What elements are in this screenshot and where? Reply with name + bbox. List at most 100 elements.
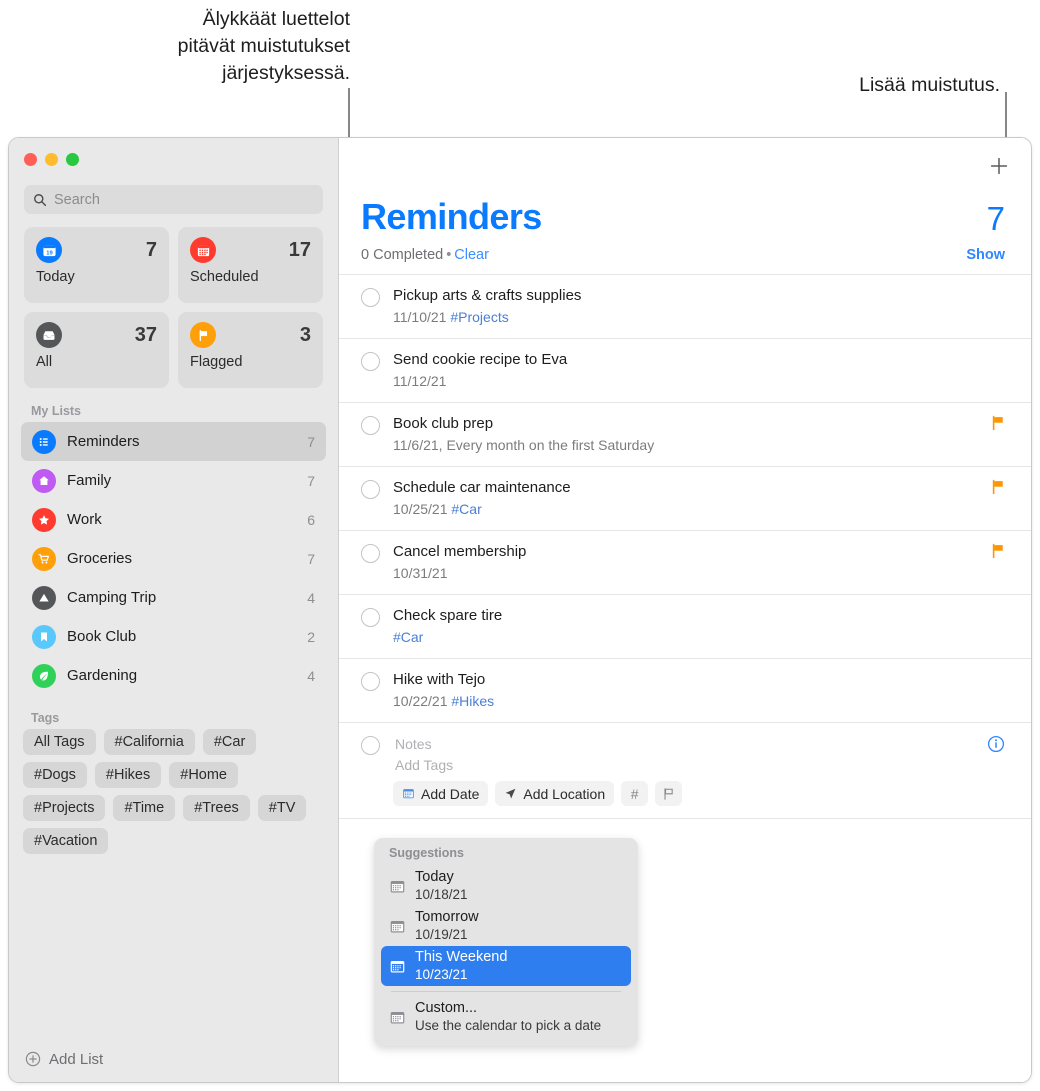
calendar-icon xyxy=(390,1011,405,1023)
add-location-label: Add Location xyxy=(523,785,606,802)
reminder-tag[interactable]: #Car xyxy=(393,629,423,645)
reminder-date: 10/25/21 xyxy=(393,501,448,517)
reminder-checkbox[interactable] xyxy=(361,416,380,435)
suggestions-divider xyxy=(391,991,621,992)
list-header: Reminders 7 0 Completed • Clear Show xyxy=(339,138,1031,263)
tag-chip-projects[interactable]: #Projects xyxy=(23,795,106,821)
smart-list-flagged[interactable]: 3 Flagged xyxy=(178,312,323,388)
plus-circle-icon xyxy=(25,1051,41,1067)
sidebar-item-count: 7 xyxy=(307,433,315,450)
info-circle-icon[interactable] xyxy=(987,735,1005,758)
smart-list-label: Scheduled xyxy=(190,269,259,285)
smart-list-all[interactable]: 37 All xyxy=(24,312,169,388)
suggestion-item-today[interactable]: Today 10/18/21 xyxy=(381,866,631,906)
tag-chip-all-tags[interactable]: All Tags xyxy=(23,729,96,755)
tag-chip-car[interactable]: #Car xyxy=(202,729,257,755)
flag-button[interactable] xyxy=(655,781,683,806)
editor-toolbar: Add Date Add Location # xyxy=(393,781,974,806)
tag-chip-home[interactable]: #Home xyxy=(169,762,238,788)
reminder-row[interactable]: Send cookie recipe to Eva 11/12/21 xyxy=(339,338,1031,402)
add-list-button[interactable]: Add List xyxy=(9,1036,338,1082)
sidebar-item-camping-trip[interactable]: Camping Trip 4 xyxy=(21,578,326,617)
add-tag-button[interactable]: # xyxy=(621,781,649,806)
sidebar-item-work[interactable]: Work 6 xyxy=(21,500,326,539)
sidebar-item-count: 4 xyxy=(307,589,315,606)
sidebar-item-reminders[interactable]: Reminders 7 xyxy=(21,422,326,461)
reminder-tag[interactable]: #Projects xyxy=(450,309,508,325)
reminder-subtitle: #Car xyxy=(393,627,1005,647)
reminder-row[interactable]: Check spare tire #Car xyxy=(339,594,1031,658)
sidebar-item-groceries[interactable]: Groceries 7 xyxy=(21,539,326,578)
svg-text:19: 19 xyxy=(46,250,53,256)
show-completed-button[interactable]: Show xyxy=(966,247,1005,263)
reminder-row[interactable]: Cancel membership 10/31/21 xyxy=(339,530,1031,594)
tag-chip-california[interactable]: #California xyxy=(103,729,195,755)
sidebar-item-family[interactable]: Family 7 xyxy=(21,461,326,500)
new-reminder-row[interactable]: Notes Add Tags Add Date Add Location # xyxy=(339,722,1031,819)
smart-list-scheduled[interactable]: 17 Scheduled xyxy=(178,227,323,303)
reminder-subtitle: 11/12/21 xyxy=(393,371,1005,391)
sidebar-item-count: 6 xyxy=(307,511,315,528)
reminder-row[interactable]: Hike with Tejo 10/22/21 #Hikes xyxy=(339,658,1031,722)
close-button[interactable] xyxy=(24,153,37,166)
minimize-button[interactable] xyxy=(45,153,58,166)
reminder-checkbox[interactable] xyxy=(361,352,380,371)
suggestion-item-tomorrow[interactable]: Tomorrow 10/19/21 xyxy=(381,906,631,946)
my-lists: Reminders 7 Family 7 Work 6 Groceries 7 … xyxy=(9,422,338,695)
suggestion-date: Use the calendar to pick a date xyxy=(415,1018,602,1033)
reminder-date: 10/22/21 xyxy=(393,693,448,709)
calendar-icon xyxy=(390,960,405,972)
tag-chip-trees[interactable]: #Trees xyxy=(183,795,250,821)
sidebar-item-count: 2 xyxy=(307,628,315,645)
flag-icon xyxy=(991,479,1005,500)
suggestion-date: 10/18/21 xyxy=(415,887,468,902)
completed-meta: 0 Completed • Clear xyxy=(361,247,489,263)
reminder-checkbox[interactable] xyxy=(361,672,380,691)
reminder-checkbox[interactable] xyxy=(361,608,380,627)
smart-list-count: 3 xyxy=(299,323,311,346)
reminder-checkbox[interactable] xyxy=(361,480,380,499)
sidebar-item-count: 7 xyxy=(307,550,315,567)
sidebar-item-label: Book Club xyxy=(67,628,137,645)
add-date-label: Add Date xyxy=(421,785,480,802)
reminder-date: 11/6/21, Every month on the first Saturd… xyxy=(393,437,655,453)
tag-chip-hikes[interactable]: #Hikes xyxy=(94,762,162,788)
search-input[interactable]: Search xyxy=(24,185,323,214)
reminder-row[interactable]: Pickup arts & crafts supplies 11/10/21 #… xyxy=(339,274,1031,338)
reminder-row[interactable]: Schedule car maintenance 10/25/21 #Car xyxy=(339,466,1031,530)
callout-smart-lists: Älykkäät luettelot pitävät muistutukset … xyxy=(177,8,350,84)
clear-completed-button[interactable]: Clear xyxy=(454,247,489,263)
sidebar-item-count: 4 xyxy=(307,667,315,684)
date-suggestions-popover: Suggestions Today 10/18/21 Tomorrow 10/1… xyxy=(374,838,638,1046)
reminder-tag[interactable]: #Car xyxy=(451,501,481,517)
zoom-button[interactable] xyxy=(66,153,79,166)
reminder-title: Schedule car maintenance xyxy=(393,479,571,496)
reminder-subtitle: 11/10/21 #Projects xyxy=(393,307,1005,327)
add-tags-field[interactable]: Add Tags xyxy=(393,755,974,776)
suggestion-date: 10/23/21 xyxy=(415,967,468,982)
tag-chip-vacation[interactable]: #Vacation xyxy=(23,828,109,854)
sidebar-item-book-club[interactable]: Book Club 2 xyxy=(21,617,326,656)
tag-chip-dogs[interactable]: #Dogs xyxy=(23,762,87,788)
suggestion-item-this-weekend[interactable]: This Weekend 10/23/21 xyxy=(381,946,631,986)
smart-list-today[interactable]: 19 7 Today xyxy=(24,227,169,303)
reminder-subtitle: 10/22/21 #Hikes xyxy=(393,691,1005,711)
notes-field[interactable]: Notes xyxy=(393,734,974,755)
tags-container: All Tags #California #Car #Dogs #Hikes #… xyxy=(9,729,338,854)
add-reminder-button[interactable] xyxy=(985,152,1013,180)
reminder-checkbox[interactable] xyxy=(361,288,380,307)
smart-list-count: 37 xyxy=(134,323,157,346)
add-location-button[interactable]: Add Location xyxy=(495,781,615,806)
flag-outline-icon xyxy=(664,787,673,800)
reminder-checkbox[interactable] xyxy=(361,544,380,563)
tag-chip-time[interactable]: #Time xyxy=(113,795,176,821)
reminder-row[interactable]: Book club prep 11/6/21, Every month on t… xyxy=(339,402,1031,466)
tag-chip-tv[interactable]: #TV xyxy=(257,795,307,821)
new-reminder-checkbox[interactable] xyxy=(361,736,380,755)
add-date-button[interactable]: Add Date xyxy=(393,781,489,806)
suggestion-label: Tomorrow xyxy=(415,909,479,925)
suggestion-item-custom[interactable]: Custom... Use the calendar to pick a dat… xyxy=(381,997,631,1037)
sidebar-item-gardening[interactable]: Gardening 4 xyxy=(21,656,326,695)
reminder-tag[interactable]: #Hikes xyxy=(451,693,494,709)
flag-icon xyxy=(991,415,1005,436)
